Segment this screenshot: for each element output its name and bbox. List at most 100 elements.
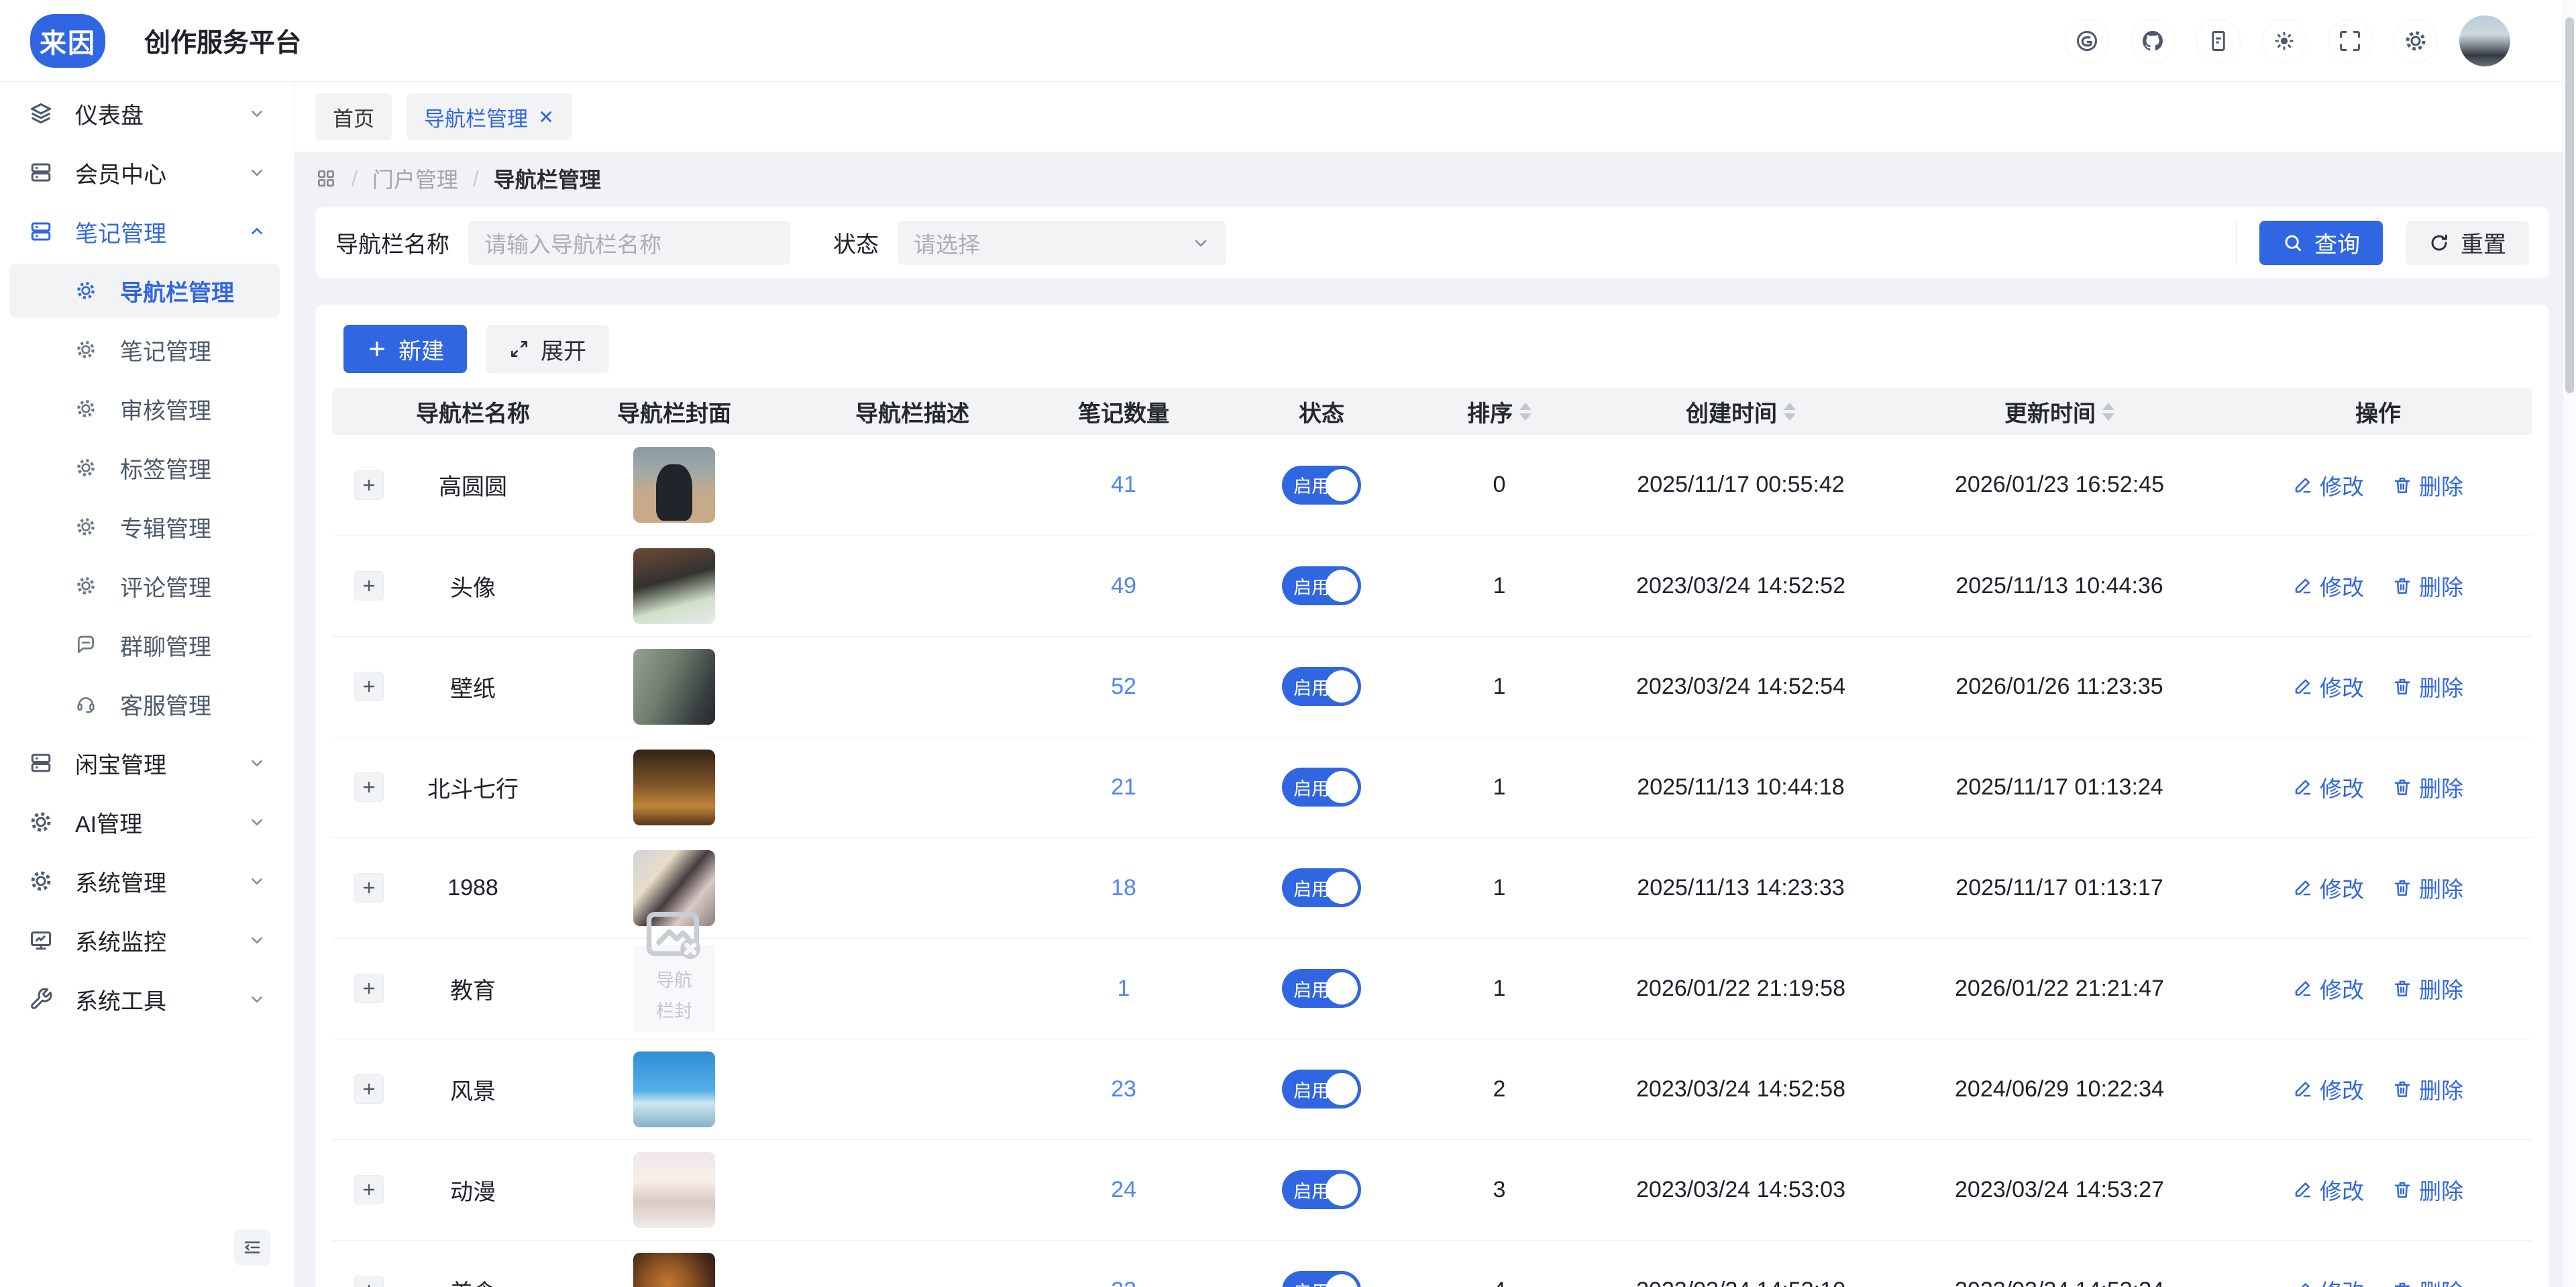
table-row: 头像 49 启用 1 2023/03/24 14:52:52 2025/11/1…: [332, 535, 2532, 636]
delete-button[interactable]: 删除: [2392, 872, 2463, 904]
search-button[interactable]: 查询: [2259, 221, 2383, 265]
github-icon[interactable]: [2131, 19, 2175, 63]
edit-button[interactable]: 修改: [2293, 1073, 2364, 1105]
status-toggle[interactable]: 启用: [1282, 868, 1361, 907]
note-count-link[interactable]: 1: [1118, 976, 1130, 1001]
sidebar-item-notes[interactable]: 笔记管理: [0, 202, 294, 261]
row-expand-button[interactable]: [354, 470, 384, 500]
tab-navbar-management[interactable]: 导航栏管理: [407, 93, 572, 140]
theme-icon[interactable]: [2262, 19, 2306, 63]
sidebar-item-tag-management[interactable]: 标签管理: [0, 438, 294, 497]
sidebar-item-label: 仪表盘: [75, 97, 144, 130]
sidebar-item-note-management[interactable]: 笔记管理: [0, 320, 294, 379]
note-count-link[interactable]: 41: [1111, 472, 1136, 497]
delete-button[interactable]: 删除: [2392, 972, 2463, 1005]
edit-button[interactable]: 修改: [2293, 469, 2364, 501]
reset-button[interactable]: 重置: [2406, 221, 2529, 265]
cover-image[interactable]: [633, 548, 715, 624]
delete-button[interactable]: 删除: [2392, 1073, 2463, 1105]
broken-cover-placeholder[interactable]: 导航 栏封: [633, 945, 715, 1032]
edit-button[interactable]: 修改: [2293, 972, 2364, 1005]
edit-button[interactable]: 修改: [2293, 1274, 2364, 1287]
server-icon: [29, 160, 53, 185]
navbar-name-input[interactable]: 请输入导航栏名称: [468, 221, 790, 265]
edit-button[interactable]: 修改: [2293, 771, 2364, 803]
row-expand-button[interactable]: [354, 1175, 384, 1204]
sort-icon[interactable]: [1519, 403, 1532, 421]
edit-button[interactable]: 修改: [2293, 570, 2364, 602]
status-select[interactable]: 请选择: [898, 221, 1226, 265]
gitee-icon[interactable]: [2065, 19, 2109, 63]
close-icon[interactable]: [537, 108, 555, 125]
header-sort[interactable]: 排序: [1412, 388, 1587, 435]
cover-image[interactable]: [633, 1253, 715, 1287]
sidebar-item-xianbao[interactable]: 闲宝管理: [0, 733, 294, 792]
delete-button[interactable]: 删除: [2392, 570, 2463, 602]
edit-button[interactable]: 修改: [2293, 1174, 2364, 1206]
scrollbar-thumb[interactable]: [2565, 17, 2574, 393]
status-toggle[interactable]: 启用: [1282, 566, 1361, 605]
row-expand-button[interactable]: [354, 772, 384, 802]
note-count-link[interactable]: 52: [1111, 674, 1136, 699]
note-count-link[interactable]: 18: [1111, 875, 1136, 900]
delete-button[interactable]: 删除: [2392, 771, 2463, 803]
cover-image[interactable]: [633, 750, 715, 825]
sidebar-item-review-management[interactable]: 审核管理: [0, 379, 294, 438]
tab-home[interactable]: 首页: [315, 93, 392, 140]
sort-icon[interactable]: [2102, 403, 2114, 421]
delete-button[interactable]: 删除: [2392, 469, 2463, 501]
sidebar-item-ai[interactable]: AI管理: [0, 792, 294, 852]
status-toggle[interactable]: 启用: [1282, 1271, 1361, 1287]
create-button[interactable]: 新建: [343, 325, 467, 373]
cover-image[interactable]: [633, 649, 715, 725]
delete-button[interactable]: 删除: [2392, 1274, 2463, 1287]
apps-grid-icon[interactable]: [315, 168, 337, 189]
sidebar-item-support-management[interactable]: 客服管理: [0, 674, 294, 733]
note-count-link[interactable]: 22: [1111, 1278, 1136, 1287]
breadcrumb-item[interactable]: 门户管理: [372, 163, 458, 194]
fullscreen-icon[interactable]: [2328, 19, 2372, 63]
note-count-link[interactable]: 23: [1111, 1076, 1136, 1102]
sort-icon[interactable]: [1784, 403, 1796, 421]
settings-icon[interactable]: [2394, 19, 2438, 63]
status-toggle[interactable]: 启用: [1282, 667, 1361, 706]
sidebar-item-groupchat-management[interactable]: 群聊管理: [0, 615, 294, 674]
row-expand-button[interactable]: [354, 672, 384, 701]
sidebar-item-navbar-management[interactable]: 导航栏管理: [9, 264, 280, 317]
sidebar-collapse-button[interactable]: [234, 1229, 270, 1266]
row-expand-button[interactable]: [354, 1276, 384, 1287]
row-expand-button[interactable]: [354, 1074, 384, 1104]
delete-button[interactable]: 删除: [2392, 670, 2463, 703]
row-updated: 2023/03/24 14:53:27: [1955, 1177, 2164, 1202]
sidebar-item-dashboard[interactable]: 仪表盘: [0, 84, 294, 143]
row-expand-button[interactable]: [354, 571, 384, 601]
sidebar-item-comment-management[interactable]: 评论管理: [0, 556, 294, 615]
expand-button[interactable]: 展开: [486, 325, 609, 373]
delete-button[interactable]: 删除: [2392, 1174, 2463, 1206]
edit-button[interactable]: 修改: [2293, 872, 2364, 904]
note-count-link[interactable]: 21: [1111, 774, 1136, 800]
status-toggle[interactable]: 启用: [1282, 1170, 1361, 1209]
status-toggle[interactable]: 启用: [1282, 466, 1361, 505]
page-scrollbar[interactable]: [2563, 0, 2576, 1287]
sidebar-item-members[interactable]: 会员中心: [0, 143, 294, 202]
document-icon[interactable]: [2196, 19, 2241, 63]
row-expand-button[interactable]: [354, 974, 384, 1003]
cover-image[interactable]: [633, 1152, 715, 1228]
sidebar-item-system-monitor[interactable]: 系统监控: [0, 911, 294, 970]
status-toggle[interactable]: 启用: [1282, 969, 1361, 1008]
sidebar-item-system-management[interactable]: 系统管理: [0, 852, 294, 911]
note-count-link[interactable]: 49: [1111, 573, 1136, 599]
cover-image[interactable]: [633, 447, 715, 523]
sidebar-item-album-management[interactable]: 专辑管理: [0, 497, 294, 556]
edit-button[interactable]: 修改: [2293, 670, 2364, 703]
status-toggle[interactable]: 启用: [1282, 1070, 1361, 1109]
sidebar-item-system-tools[interactable]: 系统工具: [0, 970, 294, 1029]
header-created[interactable]: 创建时间: [1587, 388, 1895, 435]
header-updated[interactable]: 更新时间: [1895, 388, 2224, 435]
note-count-link[interactable]: 24: [1111, 1177, 1136, 1202]
user-avatar[interactable]: [2459, 15, 2510, 66]
status-toggle[interactable]: 启用: [1282, 768, 1361, 807]
cover-image[interactable]: [633, 1051, 715, 1127]
row-expand-button[interactable]: [354, 873, 384, 903]
